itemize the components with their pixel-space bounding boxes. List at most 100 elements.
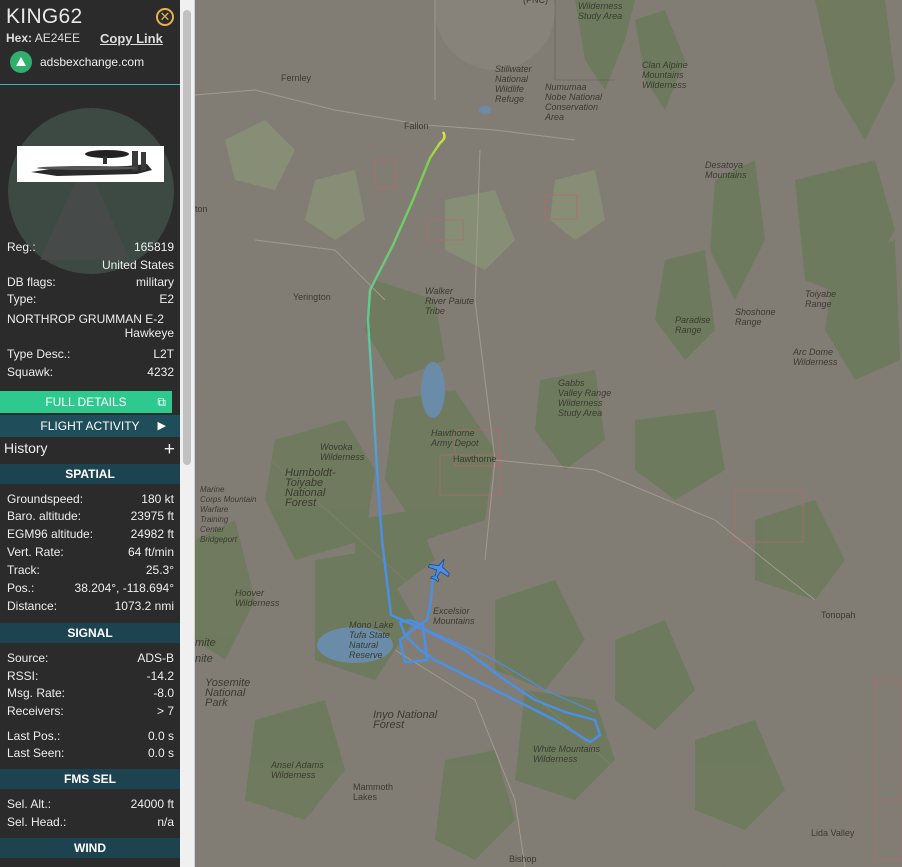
info-label: Vert. Rate: [7,545,64,559]
label-desatoya: Desatoya Mountains [705,160,747,180]
info-value: 24982 ft [130,527,174,541]
info-row: EGM96 altitude: 24982 ft [7,527,174,543]
label-toiyabe: Toiyabe Range [805,289,836,309]
hex-row: Hex: AE24EE [6,31,80,45]
label-fallon: Fallon [404,121,429,131]
label-wilderness-top: Wilderness Study Area [578,1,623,21]
info-value: 25.3° [145,563,174,577]
label-nite: nite [195,653,213,665]
info-value: ADS-B [137,651,174,665]
info-row: United States [7,258,174,274]
flight-activity-label: FLIGHT ACTIVITY [40,419,140,433]
info-value: 180 kt [141,492,174,506]
full-details-label: FULL DETAILS [45,395,127,409]
info-label: EGM96 altitude: [7,527,94,541]
hex-label: Hex: [6,31,33,45]
info-row: Type: E2 [7,292,174,308]
info-value: 23975 ft [130,509,174,523]
info-row: RSSI: -14.2 [7,669,174,685]
adsbexchange-logo-icon [10,51,32,73]
info-value: E2 [159,292,174,306]
info-label: Distance: [7,599,58,613]
info-label: Sel. Alt.: [7,797,52,811]
info-value: 24000 ft [130,797,174,811]
plus-icon[interactable]: + [164,440,175,459]
label-excelsior: Excelsior Mountains [433,606,475,626]
info-label: Track: [7,563,40,577]
info-value: 165819 [133,240,174,254]
info-row: Receivers: > 7 [7,704,174,720]
info-label: Last Seen: [7,746,65,760]
info-value: 1073.2 nmi [114,599,174,613]
info-row: Sel. Alt.: 24000 ft [7,797,174,813]
info-label: Last Pos.: [7,729,61,743]
info-label: Receivers: [7,704,64,718]
label-tonopah: Tonopah [821,610,856,620]
info-row: Last Seen: 0.0 s [7,746,174,762]
aircraft-info-panel: KING62 ✕ Hex: AE24EE Copy Link adsbexcha… [0,0,180,867]
info-row: Vert. Rate: 64 ft/min [7,545,174,561]
scrollbar-thumb[interactable] [183,10,191,465]
close-icon[interactable]: ✕ [156,8,174,26]
chevron-right-icon: ▶ [157,420,166,432]
callsign-title: KING62 [6,5,83,28]
label-ton: ton [195,204,208,214]
label-clan-alpine: Clan Alpine Mountains Wilderness [642,60,688,90]
info-value: military [136,275,174,289]
info-row: Sel. Head.: n/a [7,815,174,831]
label-arc-dome: Arc Dome Wilderness [792,347,838,367]
full-details-button[interactable]: FULL DETAILS ⧉ [0,391,172,413]
info-label: Sel. Head.: [7,815,67,829]
info-row: Pos.: 38.204°, -118.694° [7,581,174,597]
divider [0,84,180,85]
info-row: Reg.: 165819 [7,240,174,256]
info-value: Hawkeye [124,326,174,340]
info-value: United States [101,258,174,272]
info-value: 38.204°, -118.694° [74,581,174,595]
info-value: 4232 [147,365,174,379]
info-row: Groundspeed: 180 kt [7,492,174,508]
info-row: Baro. altitude: 23975 ft [7,509,174,525]
info-row: Type Desc.: L2T [7,347,174,363]
map-canvas[interactable]: Fallon Fernley Yerington Hawthorne Hawth… [195,0,902,867]
label-lida: Lida Valley [811,828,855,838]
adsbexchange-link[interactable]: adsbexchange.com [10,51,144,73]
label-bishop: Bishop [509,854,537,864]
info-label: Source: [7,651,49,665]
hex-value: AE24EE [34,31,81,45]
info-value: -14.2 [146,669,174,683]
info-label: Reg.: [7,240,36,254]
info-row: DB flags: military [7,275,174,291]
info-label: Groundspeed: [7,492,84,506]
copy-link-button[interactable]: Copy Link [100,31,163,46]
label-hawthorne-depot: Hawthorne Army Depot [430,428,479,448]
label-fernley: Fernley [281,73,312,83]
history-label[interactable]: History [4,440,48,456]
info-row: Msg. Rate: -8.0 [7,686,174,702]
panel-scrollbar[interactable] [180,0,195,867]
info-row: Squawk: 4232 [7,365,174,381]
info-label: Squawk: [7,365,54,379]
info-value: 0.0 s [147,746,174,760]
info-label: Type Desc.: [7,347,71,361]
flight-activity-button[interactable]: FLIGHT ACTIVITY ▶ [0,415,180,437]
label-yerington: Yerington [293,292,331,302]
info-label: Type: [7,292,37,306]
info-label: NORTHROP GRUMMAN E-2 [7,312,164,326]
info-row: Track: 25.3° [7,563,174,579]
section-spatial[interactable]: SPATIAL [0,464,180,484]
info-label: Baro. altitude: [7,509,82,523]
info-row: Distance: 1073.2 nmi [7,599,174,615]
section-signal[interactable]: SIGNAL [0,623,180,643]
map-view[interactable]: Fallon Fernley Yerington Hawthorne Hawth… [195,0,902,867]
aircraft-photo[interactable] [17,146,164,182]
info-row: Last Pos.: 0.0 s [7,729,174,745]
label-pnc: (PNC) [523,0,548,5]
external-link-icon: ⧉ [157,395,166,409]
info-value: L2T [153,347,174,361]
section-fms-sel[interactable]: FMS SEL [0,769,180,789]
info-label: RSSI: [7,669,39,683]
section-wind[interactable]: WIND [0,838,180,858]
info-value: 0.0 s [147,729,174,743]
info-value: > 7 [156,704,174,718]
